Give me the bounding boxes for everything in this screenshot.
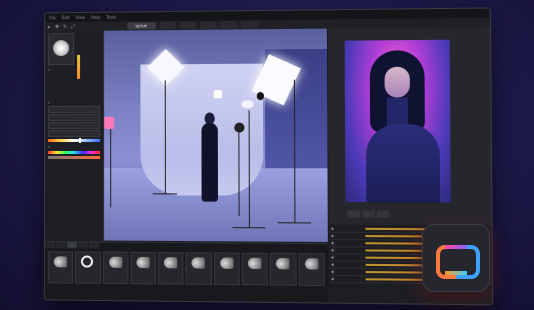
logo-bottom-bar [445,271,467,275]
rendered-photo[interactable] [344,39,451,203]
equipment-item[interactable] [75,251,101,284]
stand-leg [277,222,312,224]
light-icon [219,257,234,269]
rotate-tool-icon[interactable]: ↻ [62,24,68,30]
light-icon [164,257,178,269]
light-stand [238,132,240,216]
tab-setup[interactable]: SETUP [127,22,156,30]
eye-icon[interactable]: ◉ [331,255,334,259]
stand-leg [232,227,266,229]
light-icon [304,258,319,270]
library-tab-2[interactable] [55,242,66,249]
logo-top-bar [445,245,467,249]
eye-icon[interactable]: ◉ [331,234,334,238]
menu-view[interactable]: View [76,15,86,20]
light-preview-icon [53,40,70,57]
menu-help[interactable]: Help [91,15,100,20]
section-transform[interactable]: ▾ [48,68,100,72]
library-tab-4[interactable] [77,242,89,249]
light-icon [108,256,122,268]
library-tab-1[interactable] [44,242,55,249]
light-icon [248,257,262,270]
spotlight-head[interactable] [256,92,265,101]
light-stand [164,80,166,194]
equipment-select[interactable] [48,105,101,114]
color-temperature-slider[interactable] [48,138,101,143]
eye-icon[interactable]: ◉ [331,263,334,267]
preview-tab-3[interactable] [376,210,390,218]
stand-leg [152,193,178,195]
select-tool-icon[interactable]: ▸ [46,24,52,30]
library-tab-3[interactable] [66,242,77,249]
fresnel-head[interactable] [234,122,245,133]
light-icon [191,257,206,269]
app-logo-icon [422,224,490,292]
eye-icon[interactable]: ◉ [331,248,334,252]
panel-light[interactable] [104,116,115,129]
equipment-library [44,241,329,303]
menu-tools[interactable]: Tools [106,15,116,20]
light-icon [276,257,290,270]
equipment-item[interactable] [241,252,269,286]
equipment-item[interactable] [47,251,74,284]
studio-3d-viewport[interactable] [104,28,328,242]
light-preview [48,33,75,66]
equipment-thumbnails [45,248,328,289]
chevron-down-icon: ▾ [47,144,50,149]
equipment-item[interactable] [270,252,297,286]
hue-slider[interactable] [47,150,101,154]
small-light[interactable] [213,90,222,99]
model-figure[interactable] [201,122,218,202]
photo-body [365,124,441,203]
equipment-item[interactable] [298,253,325,287]
light-stand [110,128,112,208]
chevron-down-icon: ▾ [48,101,50,106]
tab-5[interactable] [220,21,237,29]
equipment-item[interactable] [185,252,212,285]
tab-4[interactable] [199,21,217,29]
menu-file[interactable]: File [49,15,56,20]
saturation-slider[interactable] [47,156,101,160]
equipment-item[interactable] [213,252,240,286]
flash-select[interactable] [48,121,101,130]
library-tab-5[interactable] [89,242,100,249]
menu-edit[interactable]: Edit [62,15,70,20]
preview-tabs [329,210,492,218]
move-tool-icon[interactable]: ✥ [54,24,60,30]
section-equipment[interactable]: ▾ [48,101,100,105]
light-icon [53,256,67,268]
equipment-item[interactable] [158,252,184,285]
tab-2[interactable] [159,22,176,30]
photo-face [384,66,410,98]
eye-icon[interactable]: ◉ [331,277,334,281]
eye-icon[interactable]: ◉ [331,270,334,274]
section-color[interactable]: ▾ [48,145,100,149]
preview-tab-1[interactable] [347,210,361,218]
power-field[interactable] [48,129,101,138]
eye-icon[interactable]: ◉ [331,241,334,245]
photo-preview-panel [327,27,492,226]
eye-icon[interactable]: ◉ [331,227,334,231]
light-icon [136,256,150,269]
tab-6[interactable] [240,21,258,29]
power-slider[interactable] [77,54,81,79]
modifier-select[interactable] [48,113,101,122]
equipment-item[interactable] [130,251,157,285]
property-row [48,93,101,98]
preview-tab-2[interactable] [362,210,375,218]
tab-3[interactable] [179,21,196,30]
ring-light-icon [81,255,94,268]
chevron-down-icon: ▾ [48,68,50,73]
scale-tool-icon[interactable]: ⤢ [70,24,76,30]
equipment-item[interactable] [102,251,129,285]
reflector-head[interactable] [241,100,254,109]
